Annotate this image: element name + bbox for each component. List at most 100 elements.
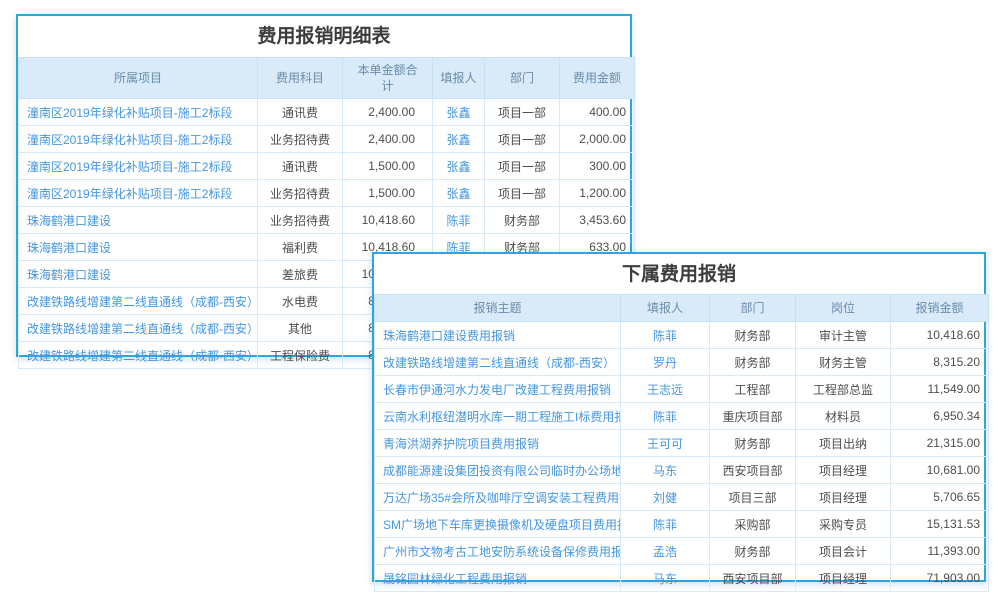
reporter-link[interactable]: 张鑫	[446, 187, 470, 201]
cell-reporter-link: 王可可	[621, 430, 710, 457]
cell-position: 项目经理	[796, 565, 891, 592]
column-header-position: 岗位	[796, 295, 891, 322]
subject-link[interactable]: 晟铭园林绿化工程费用报销	[383, 572, 527, 586]
cell-subject-link: 珠海鹤港口建设费用报销	[375, 322, 621, 349]
cell-position: 项目出纳	[796, 430, 891, 457]
project-link[interactable]: 改建铁路线增建第二线直通线（成都-西安）	[27, 322, 258, 336]
cell-reporter-link: 马东	[621, 457, 710, 484]
column-header-expense-amount: 费用金额	[560, 58, 635, 99]
cell-expense-amount: 300.00	[560, 153, 635, 180]
cell-reporter-link: 陈菲	[621, 403, 710, 430]
cell-department: 采购部	[710, 511, 796, 538]
subject-link[interactable]: 成都能源建设集团投资有限公司临时办公场地费用报销	[383, 464, 621, 478]
cell-project-link: 潼南区2019年绿化补贴项目-施工2标段	[19, 99, 258, 126]
reporter-link[interactable]: 张鑫	[446, 160, 470, 174]
cell-reporter-link: 张鑫	[433, 99, 485, 126]
reporter-link[interactable]: 陈菲	[446, 214, 470, 228]
reporter-link[interactable]: 陈菲	[653, 329, 677, 343]
cell-reimburse-amount: 5,706.65	[891, 484, 989, 511]
column-header-reporter-link: 填报人	[433, 58, 485, 99]
table-row: 改建铁路线增建第二线直通线（成都-西安）罗丹财务部财务主管8,315.20	[375, 349, 989, 376]
cell-expense-subject: 其他	[258, 315, 343, 342]
column-header-reporter-link: 填报人	[621, 295, 710, 322]
cell-department: 重庆项目部	[710, 403, 796, 430]
cell-reimburse-amount: 11,393.00	[891, 538, 989, 565]
reporter-link[interactable]: 马东	[653, 572, 677, 586]
cell-expense-amount: 1,200.00	[560, 180, 635, 207]
cell-project-link: 潼南区2019年绿化补贴项目-施工2标段	[19, 153, 258, 180]
cell-position: 项目会计	[796, 538, 891, 565]
reporter-link[interactable]: 罗丹	[653, 356, 677, 370]
reporter-link[interactable]: 刘健	[653, 491, 677, 505]
project-link[interactable]: 潼南区2019年绿化补贴项目-施工2标段	[27, 106, 232, 120]
cell-reimburse-amount: 10,418.60	[891, 322, 989, 349]
cell-subject-link: 广州市文物考古工地安防系统设备保修费用报销	[375, 538, 621, 565]
subject-link[interactable]: 广州市文物考古工地安防系统设备保修费用报销	[383, 545, 621, 559]
cell-reporter-link: 王志远	[621, 376, 710, 403]
cell-total-amount: 1,500.00	[343, 153, 433, 180]
cell-project-link: 潼南区2019年绿化补贴项目-施工2标段	[19, 126, 258, 153]
column-header-expense-subject: 费用科目	[258, 58, 343, 99]
cell-subject-link: 改建铁路线增建第二线直通线（成都-西安）	[375, 349, 621, 376]
cell-reporter-link: 孟浩	[621, 538, 710, 565]
sub-expense-title: 下属费用报销	[374, 254, 984, 294]
cell-expense-subject: 通讯费	[258, 153, 343, 180]
project-link[interactable]: 珠海鹤港口建设	[27, 268, 111, 282]
project-link[interactable]: 改建铁路线增建第二线直通线（成都-西安）	[27, 295, 258, 309]
table-row: 潼南区2019年绿化补贴项目-施工2标段 通讯费1,500.00 张鑫 项目一部300…	[19, 153, 635, 180]
cell-subject-link: 云南水利枢纽潜明水库一期工程施工I标费用报销	[375, 403, 621, 430]
subject-link[interactable]: 云南水利枢纽潜明水库一期工程施工I标费用报销	[383, 410, 621, 424]
subject-link[interactable]: 改建铁路线增建第二线直通线（成都-西安）	[383, 356, 615, 370]
cell-position: 项目经理	[796, 457, 891, 484]
cell-department: 财务部	[710, 349, 796, 376]
expense-detail-title: 费用报销明细表	[18, 16, 630, 57]
reporter-link[interactable]: 陈菲	[653, 518, 677, 532]
subject-link[interactable]: 万达广场35#会所及咖啡厅空调安装工程费用报销	[383, 491, 621, 505]
subject-link[interactable]: SM广场地下车库更换摄像机及硬盘项目费用报销	[383, 518, 621, 532]
reporter-link[interactable]: 王志远	[647, 383, 683, 397]
subject-link[interactable]: 珠海鹤港口建设费用报销	[383, 329, 515, 343]
cell-reimburse-amount: 21,315.00	[891, 430, 989, 457]
reporter-link[interactable]: 张鑫	[446, 133, 470, 147]
column-header-department: 部门	[710, 295, 796, 322]
table-row: SM广场地下车库更换摄像机及硬盘项目费用报销陈菲采购部采购专员15,131.53	[375, 511, 989, 538]
subject-link[interactable]: 青海洪湖养护院项目费用报销	[383, 437, 539, 451]
reporter-link[interactable]: 张鑫	[446, 106, 470, 120]
table-row: 长春市伊通河水力发电厂改建工程费用报销王志远工程部工程部总监11,549.00	[375, 376, 989, 403]
cell-expense-amount: 3,453.60	[560, 207, 635, 234]
table-row: 成都能源建设集团投资有限公司临时办公场地费用报销 马东 西安项目部项目经理10,68…	[375, 457, 989, 484]
cell-reimburse-amount: 10,681.00	[891, 457, 989, 484]
reporter-link[interactable]: 马东	[653, 464, 677, 478]
cell-reporter-link: 张鑫	[433, 153, 485, 180]
cell-reporter-link: 马东	[621, 565, 710, 592]
cell-reimburse-amount: 15,131.53	[891, 511, 989, 538]
table-row: 晟铭园林绿化工程费用报销马东西安项目部项目经理71,903.00	[375, 565, 989, 592]
project-link[interactable]: 潼南区2019年绿化补贴项目-施工2标段	[27, 160, 232, 174]
project-link[interactable]: 潼南区2019年绿化补贴项目-施工2标段	[27, 187, 232, 201]
cell-subject-link: 成都能源建设集团投资有限公司临时办公场地费用报销	[375, 457, 621, 484]
reporter-link[interactable]: 孟浩	[653, 545, 677, 559]
cell-department: 项目三部	[710, 484, 796, 511]
cell-total-amount: 2,400.00	[343, 99, 433, 126]
cell-reporter-link: 刘健	[621, 484, 710, 511]
project-link[interactable]: 珠海鹤港口建设	[27, 214, 111, 228]
cell-department: 西安项目部	[710, 457, 796, 484]
cell-subject-link: 晟铭园林绿化工程费用报销	[375, 565, 621, 592]
cell-reporter-link: 陈菲	[621, 322, 710, 349]
subject-link[interactable]: 长春市伊通河水力发电厂改建工程费用报销	[383, 383, 611, 397]
cell-reporter-link: 陈菲	[433, 207, 485, 234]
cell-project-link: 珠海鹤港口建设	[19, 207, 258, 234]
project-link[interactable]: 改建铁路线增建第二线直通线（成都-西安）	[27, 349, 258, 363]
cell-expense-subject: 福利费	[258, 234, 343, 261]
project-link[interactable]: 潼南区2019年绿化补贴项目-施工2标段	[27, 133, 232, 147]
cell-project-link: 改建铁路线增建第二线直通线（成都-西安）	[19, 288, 258, 315]
reporter-link[interactable]: 王可可	[647, 437, 683, 451]
table-row: 青海洪湖养护院项目费用报销王可可财务部项目出纳21,315.00	[375, 430, 989, 457]
cell-total-amount: 2,400.00	[343, 126, 433, 153]
project-link[interactable]: 珠海鹤港口建设	[27, 241, 111, 255]
cell-department: 财务部	[710, 538, 796, 565]
cell-department: 项目一部	[485, 153, 560, 180]
reporter-link[interactable]: 陈菲	[653, 410, 677, 424]
cell-department: 项目一部	[485, 99, 560, 126]
cell-expense-subject: 业务招待费	[258, 207, 343, 234]
